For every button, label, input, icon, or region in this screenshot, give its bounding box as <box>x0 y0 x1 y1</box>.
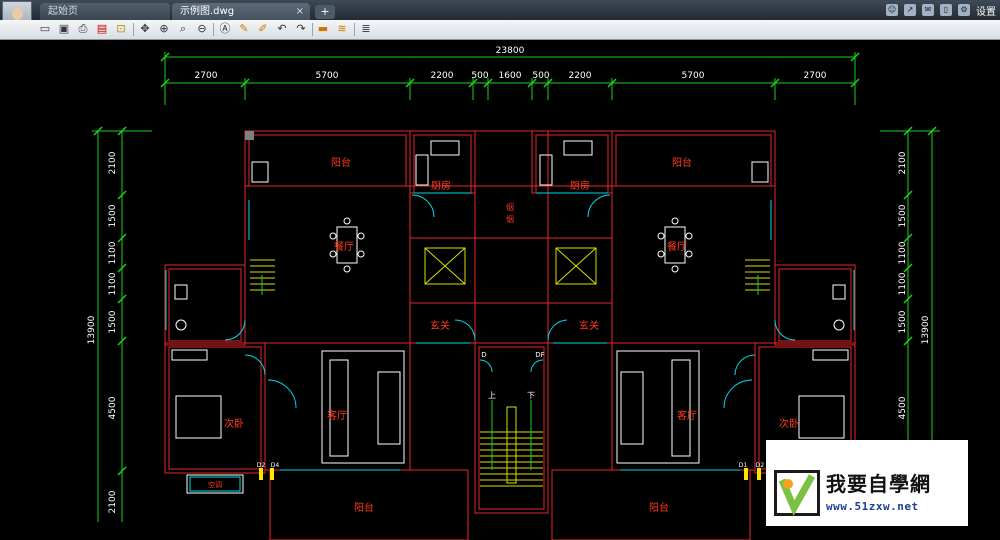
furniture <box>171 140 849 494</box>
label-balcony-bottom-left: 阳台 <box>354 501 374 514</box>
lock-icon[interactable]: ⊡ <box>114 22 128 36</box>
share-icon[interactable]: ↗ <box>904 4 916 16</box>
label-up: 上 <box>488 391 496 400</box>
save-icon[interactable]: ▣ <box>57 22 71 36</box>
label-air-conditioner: 空调 <box>208 480 222 489</box>
measure-icon[interactable]: ▬ <box>316 22 330 36</box>
label-living-right: 客厅 <box>677 409 697 422</box>
label-bedroom-left: 次卧 <box>224 417 244 430</box>
label-dining-right: 餐厅 <box>667 240 687 253</box>
dim-right-4: 1100 <box>898 272 908 295</box>
label-balcony-top-right: 阳台 <box>672 156 692 169</box>
label-living-left: 客厅 <box>327 409 347 422</box>
settings-label[interactable]: 设置 <box>976 3 996 18</box>
tab-start-page[interactable]: 起始页 <box>40 3 170 20</box>
tab-start-label: 起始页 <box>48 6 78 17</box>
label-dining-left: 餐厅 <box>334 240 354 253</box>
dim-top-8: 5700 <box>682 71 705 81</box>
dim-top-6: 500 <box>532 71 549 81</box>
annotation-labels: 上 下 D DF D2 D4 D1 D2 <box>257 351 765 469</box>
dim-left-2: 1500 <box>108 204 118 227</box>
dim-top-7: 2200 <box>569 71 592 81</box>
watermark-url: www.51zxw.net <box>826 500 919 513</box>
redo-icon[interactable]: ↷ <box>294 22 308 36</box>
stair-arrows <box>261 275 759 470</box>
dim-right-3: 1100 <box>898 241 908 264</box>
dim-left-6: 4500 <box>108 396 118 419</box>
gear-icon[interactable]: ⚙ <box>958 4 970 16</box>
doors-windows <box>165 192 855 471</box>
tab-drawing[interactable]: 示例图.dwg × <box>172 3 310 20</box>
text-icon[interactable]: Ⓐ <box>218 22 232 36</box>
dim-right-6: 4500 <box>898 396 908 419</box>
dim-left-5: 1500 <box>108 310 118 333</box>
dim-left-total: 13900 <box>87 315 97 344</box>
label-balcony-bottom-right: 阳台 <box>649 501 669 514</box>
dim-total-width: 23800 <box>496 46 525 56</box>
dim-top-5: 1600 <box>499 71 522 81</box>
zoom-previous-icon[interactable]: ⊖ <box>195 22 209 36</box>
toolbar: ▭ ▣ ⎙ ▤ ⊡ ✥ ⊕ ⌕ ⊖ Ⓐ ✎ ✐ ↶ ↷ ▬ ≋ ≣ <box>0 20 1000 40</box>
label-bedroom-right: 次卧 <box>779 417 799 430</box>
print-icon[interactable]: ⎙ <box>76 22 90 36</box>
label-d2-right: D2 <box>756 462 765 469</box>
layers-icon[interactable]: ≣ <box>359 22 373 36</box>
phone-icon[interactable]: ▯ <box>940 4 952 16</box>
dim-top-9: 2700 <box>804 71 827 81</box>
dimension-icon[interactable]: ≋ <box>335 22 349 36</box>
label-kitchen-right: 厨房 <box>570 179 590 192</box>
dim-right-2: 1500 <box>898 204 908 227</box>
watermark-title: 我要自學網 <box>826 472 931 496</box>
dim-right-5: 1500 <box>898 310 908 333</box>
open-icon[interactable]: ▭ <box>38 22 52 36</box>
label-foyer-right: 玄关 <box>579 319 599 332</box>
dim-left-3: 1100 <box>108 241 118 264</box>
tab-close-icon[interactable]: × <box>296 3 304 20</box>
dim-top-3: 2200 <box>431 71 454 81</box>
label-d2-left: D2 <box>257 462 266 469</box>
user-icon[interactable]: ☺ <box>886 4 898 16</box>
label-flue-2: 烟 <box>506 215 514 224</box>
markup-icon[interactable]: ✐ <box>256 22 270 36</box>
title-bar: 起始页 示例图.dwg × + ☺ ↗ ✉ ▯ ⚙ 设置 <box>0 0 1000 37</box>
new-tab-button[interactable]: + <box>315 5 335 19</box>
elevators <box>424 247 597 285</box>
chat-icon[interactable]: ✉ <box>922 4 934 16</box>
tab-drawing-label: 示例图.dwg <box>180 6 235 17</box>
pdf-icon[interactable]: ▤ <box>95 22 109 36</box>
zoom-extents-icon[interactable]: ⌕ <box>176 22 190 36</box>
label-d: D <box>481 351 486 359</box>
label-down: 下 <box>527 391 535 400</box>
dim-right-1: 2100 <box>898 151 908 174</box>
pan-icon[interactable]: ✥ <box>138 22 152 36</box>
watermark-logo-icon <box>774 470 820 516</box>
pencil-icon[interactable]: ✎ <box>237 22 251 36</box>
label-flue-1: 烟 <box>506 203 514 212</box>
undo-icon[interactable]: ↶ <box>275 22 289 36</box>
dim-top-1: 2700 <box>195 71 218 81</box>
dim-left-1: 2100 <box>108 151 118 174</box>
room-labels: 阳台 阳台 厨房 厨房 餐厅 餐厅 玄关 玄关 客厅 客厅 次卧 次卧 阳台 阳… <box>208 156 799 514</box>
label-foyer-left: 玄关 <box>430 319 450 332</box>
dim-right-total: 13900 <box>921 315 931 344</box>
watermark: 我要自學網 www.51zxw.net <box>766 440 968 526</box>
label-d4-left: D4 <box>271 462 280 469</box>
dim-top-2: 5700 <box>316 71 339 81</box>
label-balcony-top-left: 阳台 <box>331 156 351 169</box>
label-df: DF <box>535 351 544 359</box>
label-d1-right: D1 <box>739 462 748 469</box>
corner-column <box>245 131 254 140</box>
staircase <box>250 259 770 487</box>
dim-left-4: 1100 <box>108 272 118 295</box>
window-controls: ☺ ↗ ✉ ▯ ⚙ 设置 <box>886 2 996 18</box>
dim-ticks <box>93 52 937 476</box>
dim-top-4: 500 <box>471 71 488 81</box>
dim-left-7: 2100 <box>108 490 118 513</box>
label-kitchen-left: 厨房 <box>431 179 451 192</box>
walls <box>164 130 856 540</box>
zoom-window-icon[interactable]: ⊕ <box>157 22 171 36</box>
